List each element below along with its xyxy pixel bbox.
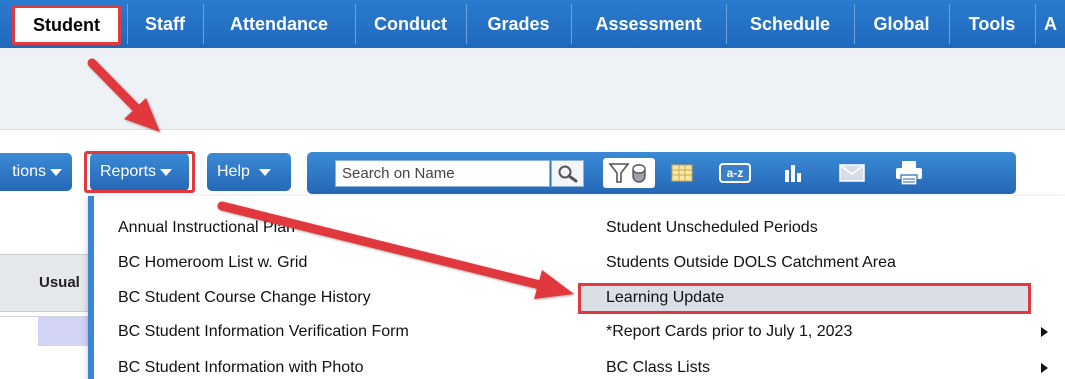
menu-item-bc-homeroom-list[interactable]: BC Homeroom List w. Grid (118, 248, 307, 278)
grid-icon (671, 164, 693, 182)
sub-tab-area (0, 48, 1065, 130)
tab-student[interactable]: Student (12, 5, 121, 45)
sort-az-icon: a-z (719, 163, 751, 183)
tab-attendance[interactable]: Attendance (204, 7, 354, 41)
menu-item-learning-update[interactable]: Learning Update (606, 283, 724, 313)
chevron-down-icon (258, 168, 271, 176)
menu-item-bc-student-info-photo[interactable]: BC Student Information with Photo (118, 353, 363, 379)
print-button[interactable] (890, 158, 928, 188)
print-icon (896, 161, 922, 186)
filter-icon (608, 163, 646, 183)
menu-item-bc-student-info-verification[interactable]: BC Student Information Verification Form (118, 317, 409, 347)
menu-item-report-cards-prior[interactable]: *Report Cards prior to July 1, 2023 (606, 317, 852, 347)
grid-cell (38, 317, 88, 346)
submenu-arrow-icon (1041, 327, 1048, 337)
chart-icon (785, 165, 801, 182)
help-menu-label: Help (217, 163, 250, 180)
tab-schedule[interactable]: Schedule (727, 7, 853, 41)
app-window: Student Staff Attendance Conduct Grades … (0, 0, 1065, 379)
menu-item-students-outside-catchment[interactable]: Students Outside DOLS Catchment Area (606, 248, 896, 278)
options-menu-button[interactable]: tions (0, 153, 72, 191)
options-menu-label: tions (12, 163, 46, 180)
tab-global[interactable]: Global (855, 7, 948, 41)
menu-item-bc-student-course-change-history[interactable]: BC Student Course Change History (118, 283, 371, 313)
filter-button[interactable] (603, 158, 655, 188)
grid-view-button[interactable] (667, 158, 697, 188)
mail-icon (839, 164, 865, 182)
search-icon (558, 165, 577, 182)
dropdown-accent-stripe (88, 196, 94, 379)
tab-conduct[interactable]: Conduct (356, 7, 465, 41)
sort-az-label: a-z (726, 166, 744, 180)
menu-item-bc-class-lists[interactable]: BC Class Lists (606, 353, 710, 379)
annotation-highlight-box (84, 151, 195, 193)
tab-tools[interactable]: Tools (950, 7, 1034, 41)
help-menu-button[interactable]: Help (207, 153, 291, 191)
submenu-arrow-icon (1041, 363, 1048, 373)
chart-button[interactable] (778, 158, 808, 188)
chevron-down-icon (50, 168, 62, 176)
tab-staff[interactable]: Staff (128, 7, 202, 41)
grid-column-header: Usual (39, 274, 80, 291)
email-button[interactable] (833, 158, 871, 188)
sort-button[interactable]: a-z (718, 158, 752, 188)
search-button[interactable] (551, 160, 584, 187)
search-input[interactable] (335, 160, 550, 187)
tab-grades[interactable]: Grades (467, 7, 570, 41)
tab-partial[interactable]: A (1036, 7, 1065, 41)
menu-item-student-unscheduled-periods[interactable]: Student Unscheduled Periods (606, 213, 818, 243)
tab-assessment[interactable]: Assessment (572, 7, 725, 41)
menu-item-annual-instructional-plan[interactable]: Annual Instructional Plan (118, 213, 295, 243)
top-nav-bar: Student Staff Attendance Conduct Grades … (0, 0, 1065, 48)
